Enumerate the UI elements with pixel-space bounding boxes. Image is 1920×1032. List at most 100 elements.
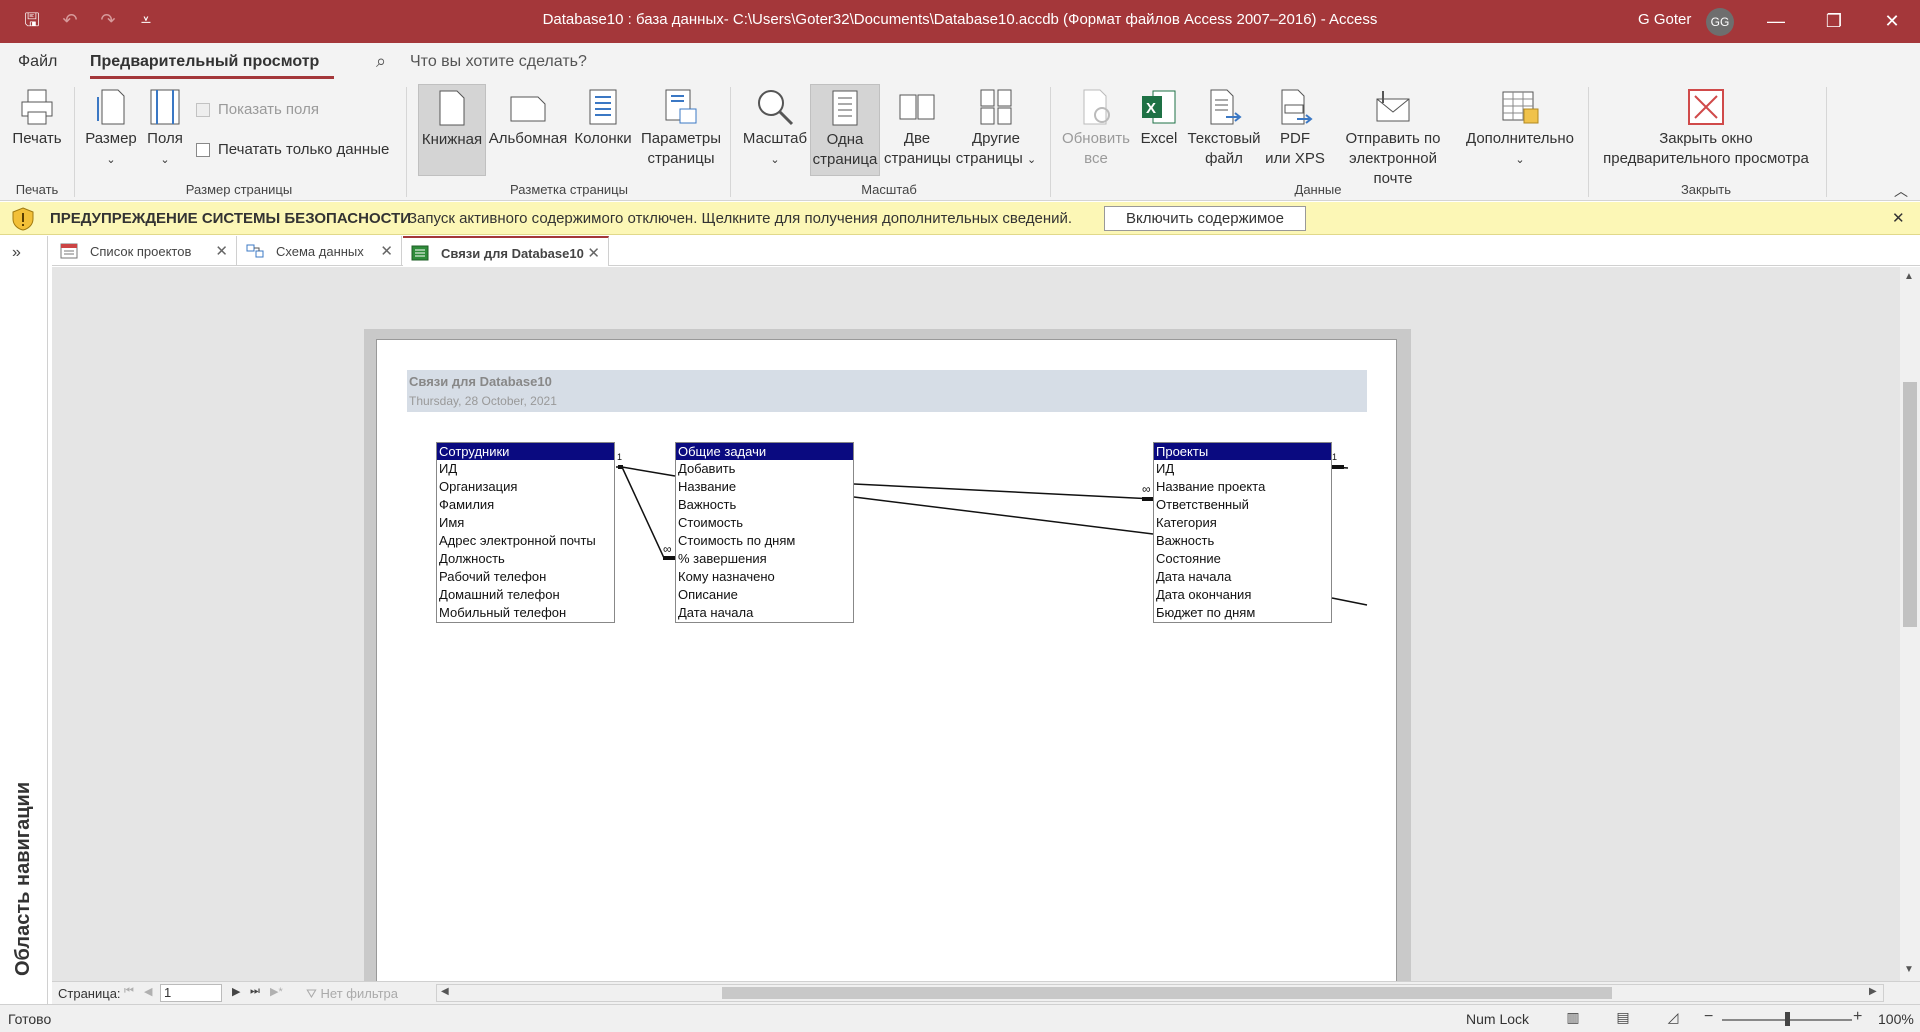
tab-data-schema[interactable]: Схема данных ✕: [238, 236, 402, 266]
refresh-all-button[interactable]: Обновить все: [1060, 87, 1132, 177]
close-tab-icon[interactable]: ✕: [587, 244, 600, 262]
page-size-button[interactable]: Размер ⌄: [84, 87, 138, 177]
tab-print-preview[interactable]: Предварительный просмотр: [90, 53, 319, 71]
print-button[interactable]: Печать: [10, 87, 64, 177]
new-page-icon[interactable]: ▶*: [270, 985, 283, 998]
restore-button[interactable]: ❐: [1806, 0, 1862, 43]
enable-content-button[interactable]: Включить содержимое: [1104, 206, 1306, 231]
expand-nav-icon[interactable]: »: [12, 244, 21, 262]
navigation-pane[interactable]: » Область навигации: [0, 236, 48, 1004]
ribbon-separator: [1826, 87, 1827, 197]
columns-icon: [589, 89, 617, 125]
page-setup-icon: [665, 89, 697, 124]
email-button[interactable]: Отправить по электронной почте: [1328, 87, 1458, 187]
close-preview-label-1: Закрыть окно: [1659, 130, 1753, 147]
scroll-right-icon[interactable]: ▶: [1869, 986, 1877, 997]
tab-label: Схема данных: [276, 244, 364, 259]
report-page[interactable]: Связи для Database10 Thursday, 28 Octobe…: [376, 339, 1397, 981]
scrollbar-thumb[interactable]: [722, 987, 1612, 999]
report-view-icon[interactable]: ▤: [1612, 1009, 1634, 1029]
portrait-button[interactable]: Книжная: [418, 84, 486, 176]
more-data-icon: [1502, 91, 1539, 124]
security-warning-title: ПРЕДУПРЕЖДЕНИЕ СИСТЕМЫ БЕЗОПАСНОСТИ: [50, 210, 412, 227]
table-header: Проекты: [1154, 443, 1331, 460]
last-page-icon[interactable]: ⏭: [250, 985, 260, 998]
close-window-button[interactable]: ✕: [1864, 0, 1920, 43]
one-page-label-1: Одна: [826, 131, 864, 148]
tab-project-list[interactable]: Список проектов ✕: [52, 236, 237, 266]
relationship-endpoint: [618, 465, 623, 469]
one-page-button[interactable]: Одна страница: [810, 84, 880, 176]
more-data-label: Дополнительно: [1466, 130, 1574, 147]
group-label-page-layout: Разметка страницы: [510, 182, 628, 197]
collapse-ribbon-icon[interactable]: ︿: [1894, 181, 1908, 201]
margins-button[interactable]: Поля ⌄: [140, 87, 190, 177]
table-field: Добавить: [678, 461, 736, 476]
two-pages-icon: [899, 94, 935, 120]
landscape-button[interactable]: Альбомная: [488, 87, 568, 177]
close-tab-icon[interactable]: ✕: [215, 242, 228, 260]
horizontal-scrollbar[interactable]: ◀ ▶: [436, 984, 1884, 1002]
pdf-xps-button[interactable]: PDF или XPS: [1264, 87, 1326, 177]
no-filter-indicator[interactable]: ⛛ Нет фильтра: [306, 986, 398, 1002]
page-size-label: Размер: [85, 130, 137, 147]
table-field: Ответственный: [1156, 497, 1249, 512]
relationship-many-label: ∞: [663, 542, 672, 556]
table-field: Стоимость: [678, 515, 744, 530]
navigation-pane-label[interactable]: Область навигации: [12, 782, 35, 976]
scrollbar-thumb[interactable]: [1903, 382, 1917, 627]
print-preview-view-icon[interactable]: ▥: [1562, 1009, 1584, 1029]
margins-icon: [150, 89, 180, 125]
tab-relationships-report[interactable]: Связи для Database10 ✕: [403, 236, 609, 266]
vertical-scrollbar[interactable]: ▲ ▼: [1900, 267, 1920, 981]
more-pages-button[interactable]: Другие страницы ⌄: [954, 87, 1038, 177]
print-data-only-checkbox[interactable]: Печатать только данные: [196, 141, 389, 158]
pdf-label-2: или XPS: [1265, 150, 1325, 167]
relationship-one-label: 1: [617, 452, 622, 462]
num-lock-indicator: Num Lock: [1466, 1011, 1530, 1027]
previous-page-icon[interactable]: ◀: [144, 985, 152, 998]
text-file-button[interactable]: Текстовый файл: [1186, 87, 1262, 177]
zoom-button[interactable]: Масштаб ⌄: [740, 87, 810, 177]
two-pages-button[interactable]: Две страницы: [884, 87, 951, 177]
zoom-out-icon[interactable]: −: [1704, 1008, 1713, 1026]
excel-button[interactable]: X Excel: [1134, 87, 1184, 177]
page-number-input[interactable]: 1: [160, 984, 222, 1002]
close-warning-icon[interactable]: ✕: [1892, 209, 1905, 227]
relationship-line: [853, 496, 1154, 535]
design-view-icon[interactable]: ◿: [1662, 1009, 1684, 1029]
table-field: Название: [678, 479, 737, 494]
show-margins-checkbox[interactable]: Показать поля: [196, 101, 319, 118]
first-page-icon[interactable]: ⏮: [124, 985, 134, 998]
scroll-left-icon[interactable]: ◀: [441, 986, 449, 997]
table-field: Описание: [678, 587, 738, 602]
columns-button[interactable]: Колонки: [570, 87, 636, 177]
print-preview-area[interactable]: Связи для Database10 Thursday, 28 Octobe…: [52, 267, 1900, 981]
pdf-label-1: PDF: [1280, 130, 1310, 147]
table-field: Организация: [439, 479, 518, 494]
ribbon-tabs: Файл Предварительный просмотр ⌕ Что вы х…: [0, 43, 1920, 81]
avatar[interactable]: GG: [1706, 8, 1734, 36]
zoom-level[interactable]: 100%: [1878, 1011, 1914, 1027]
scroll-down-icon[interactable]: ▼: [1904, 964, 1914, 975]
security-warning-message[interactable]: Запуск активного содержимого отключен. Щ…: [408, 210, 1072, 227]
more-pages-label-1: Другие: [971, 130, 1021, 147]
tell-me-input[interactable]: Что вы хотите сделать?: [410, 53, 587, 71]
tab-file[interactable]: Файл: [18, 53, 57, 71]
close-preview-button[interactable]: Закрыть окно предварительного просмотра: [1596, 87, 1816, 177]
user-name[interactable]: G Goter: [1638, 11, 1691, 28]
page-setup-button[interactable]: Параметры страницы: [638, 87, 724, 177]
zoom-slider-thumb[interactable]: [1784, 1012, 1790, 1026]
print-data-only-label: Печатать только данные: [218, 141, 390, 158]
scroll-up-icon[interactable]: ▲: [1904, 271, 1914, 282]
more-data-button[interactable]: Дополнительно ⌄: [1460, 87, 1580, 177]
portrait-label: Книжная: [421, 131, 483, 148]
next-page-icon[interactable]: ▶: [232, 985, 240, 998]
minimize-button[interactable]: —: [1748, 0, 1804, 43]
table-projects: Проекты ИД Название проекта Ответственны…: [1153, 442, 1332, 623]
landscape-page-icon: [510, 96, 546, 122]
text-file-label-2: файл: [1205, 150, 1243, 167]
zoom-in-icon[interactable]: +: [1853, 1008, 1862, 1026]
close-tab-icon[interactable]: ✕: [380, 242, 393, 260]
printer-icon: [21, 89, 53, 125]
